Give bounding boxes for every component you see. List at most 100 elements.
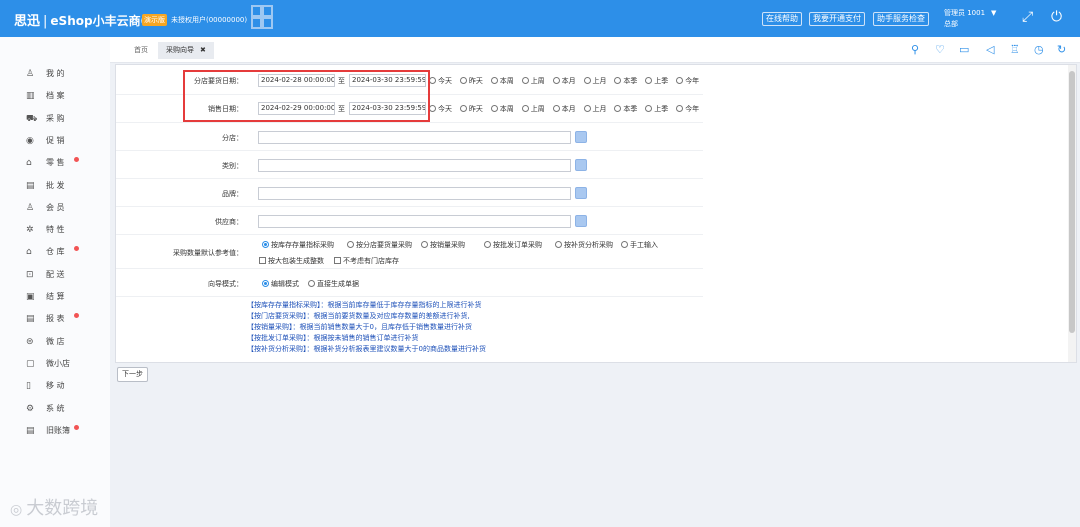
assistant-check-button[interactable]: 助手服务检查 [873,12,929,26]
category-input[interactable] [258,159,571,172]
radio-circle[interactable] [555,241,562,248]
heart-icon[interactable]: ♡ [935,43,945,56]
sidebar-item[interactable]: ♙ 我 的 [26,68,65,82]
sidebar-item[interactable]: ⚙ 系 统 [26,403,65,417]
order-period-radio[interactable]: 本周 [490,76,514,86]
radio-circle[interactable] [262,241,269,248]
radio-circle[interactable] [262,280,269,287]
reference-option-radio[interactable]: 按分店要货量采购 [347,240,412,250]
sidebar-item[interactable]: ⌂ 仓 库 [26,246,79,260]
power-icon[interactable]: ⏻ [1051,9,1062,25]
radio-circle[interactable] [459,105,467,112]
online-help-button[interactable]: 在线帮助 [762,12,802,26]
mode-option-radio[interactable]: 编辑模式 [262,279,299,289]
radio-circle[interactable] [429,77,436,84]
order-period-radio[interactable]: 本月 [552,76,576,86]
refresh-icon[interactable]: ↻ [1057,43,1066,56]
radio-circle[interactable] [308,280,315,287]
checkbox-box[interactable] [259,257,266,264]
vertical-scrollbar[interactable] [1068,65,1076,362]
sidebar-item[interactable]: ⊡ 配 送 [26,269,65,283]
sales-period-radio[interactable]: 上月 [583,104,607,114]
tab-home[interactable]: 首页 [126,42,156,59]
branch-input[interactable] [258,131,571,144]
order-period-radio[interactable]: 今年 [676,76,699,86]
folder-icon[interactable]: ▭ [959,43,969,56]
close-icon[interactable]: ✖ [200,46,206,54]
order-period-radio[interactable]: 上季 [645,76,668,86]
speaker-icon[interactable]: ◁ [986,43,994,56]
sidebar-item[interactable]: ▥ 档 案 [26,90,65,104]
radio-circle[interactable] [459,77,467,84]
sidebar-item[interactable]: ⛟ 采 购 [26,113,65,127]
supplier-input[interactable] [258,215,571,228]
ignore-store-stock-checkbox[interactable]: 不考虑有门店库存 [334,256,399,266]
radio-circle[interactable] [583,77,591,84]
radio-circle[interactable] [676,105,684,112]
sidebar-item[interactable]: ▤ 报 表 [26,313,79,327]
sidebar-item[interactable]: ♙ 会 员 [26,202,65,216]
user-menu[interactable]: 管理员 1001 ▼ 总部 [944,8,996,30]
radio-circle[interactable] [490,105,498,112]
radio-circle[interactable] [552,105,560,112]
sales-period-radio[interactable]: 今年 [676,104,699,114]
tab-purchase-wizard[interactable]: 采购向导 ✖ [158,42,214,59]
radio-circle[interactable] [521,77,529,84]
order-period-radio[interactable]: 今天 [429,76,452,86]
sales-period-radio[interactable]: 本周 [490,104,514,114]
chevron-down-icon[interactable]: ▼ [991,9,996,17]
mode-option-radio[interactable]: 直接生成单据 [308,279,359,289]
sidebar-item[interactable]: ⌂ 零 售 [26,157,79,171]
sidebar-item[interactable]: ✲ 特 性 [26,224,65,238]
sales-period-radio[interactable]: 上周 [521,104,545,114]
radio-circle[interactable] [552,77,560,84]
radio-circle[interactable] [676,77,684,84]
sidebar-item[interactable]: ▤ 批 发 [26,180,65,194]
sales-period-radio[interactable]: 昨天 [459,104,483,114]
reference-option-radio[interactable]: 按库存存量指标采购 [262,240,334,250]
order-period-radio[interactable]: 昨天 [459,76,483,86]
radio-circle[interactable] [347,241,354,248]
reference-option-radio[interactable]: 按批发订单采购 [484,240,542,250]
qr-code-icon[interactable] [251,5,273,29]
sidebar-item[interactable]: ⊜ 微 店 [26,336,65,350]
radio-circle[interactable] [614,77,622,84]
order-period-radio[interactable]: 上周 [521,76,545,86]
category-picker-button[interactable] [575,159,587,171]
sidebar-item[interactable]: ◉ 促 销 [26,135,65,149]
brand-picker-button[interactable] [575,187,587,199]
large-package-checkbox[interactable]: 按大包装生成整数 [259,256,324,266]
alarm-icon[interactable]: ♖ [1010,43,1020,56]
sales-period-radio[interactable]: 上季 [645,104,668,114]
reference-option-radio[interactable]: 按补货分析采购 [555,240,613,250]
order-period-radio[interactable]: 上月 [583,76,607,86]
radio-circle[interactable] [645,105,653,112]
radio-circle[interactable] [521,105,529,112]
branch-picker-button[interactable] [575,131,587,143]
scrollbar-thumb[interactable] [1069,71,1075,333]
sidebar-item[interactable]: ▢ 微小店 [26,358,70,372]
brand-input[interactable] [258,187,571,200]
order-period-radio[interactable]: 本季 [614,76,637,86]
reference-option-radio[interactable]: 手工输入 [621,240,658,250]
next-step-button[interactable]: 下一步 [117,367,148,382]
radio-circle[interactable] [645,77,653,84]
sidebar-item[interactable]: ▯ 移 动 [26,380,65,394]
sales-period-radio[interactable]: 本季 [614,104,637,114]
reference-option-radio[interactable]: 按销量采购 [421,240,465,250]
radio-circle[interactable] [421,241,428,248]
radio-circle[interactable] [621,241,628,248]
sidebar-item[interactable]: ▣ 结 算 [26,291,65,305]
radio-circle[interactable] [614,105,622,112]
search-icon[interactable]: ⚲ [911,43,919,56]
radio-circle[interactable] [484,241,491,248]
sidebar-item[interactable]: ▤ 旧账簿 [26,424,79,439]
radio-circle[interactable] [429,105,436,112]
checkbox-box[interactable] [334,257,341,264]
expand-icon[interactable]: ⤢ [1022,9,1033,25]
open-payment-button[interactable]: 我要开通支付 [809,12,865,26]
sales-period-radio[interactable]: 今天 [429,104,452,114]
clock-icon[interactable]: ◷ [1034,43,1044,56]
radio-circle[interactable] [583,105,591,112]
sales-period-radio[interactable]: 本月 [552,104,576,114]
